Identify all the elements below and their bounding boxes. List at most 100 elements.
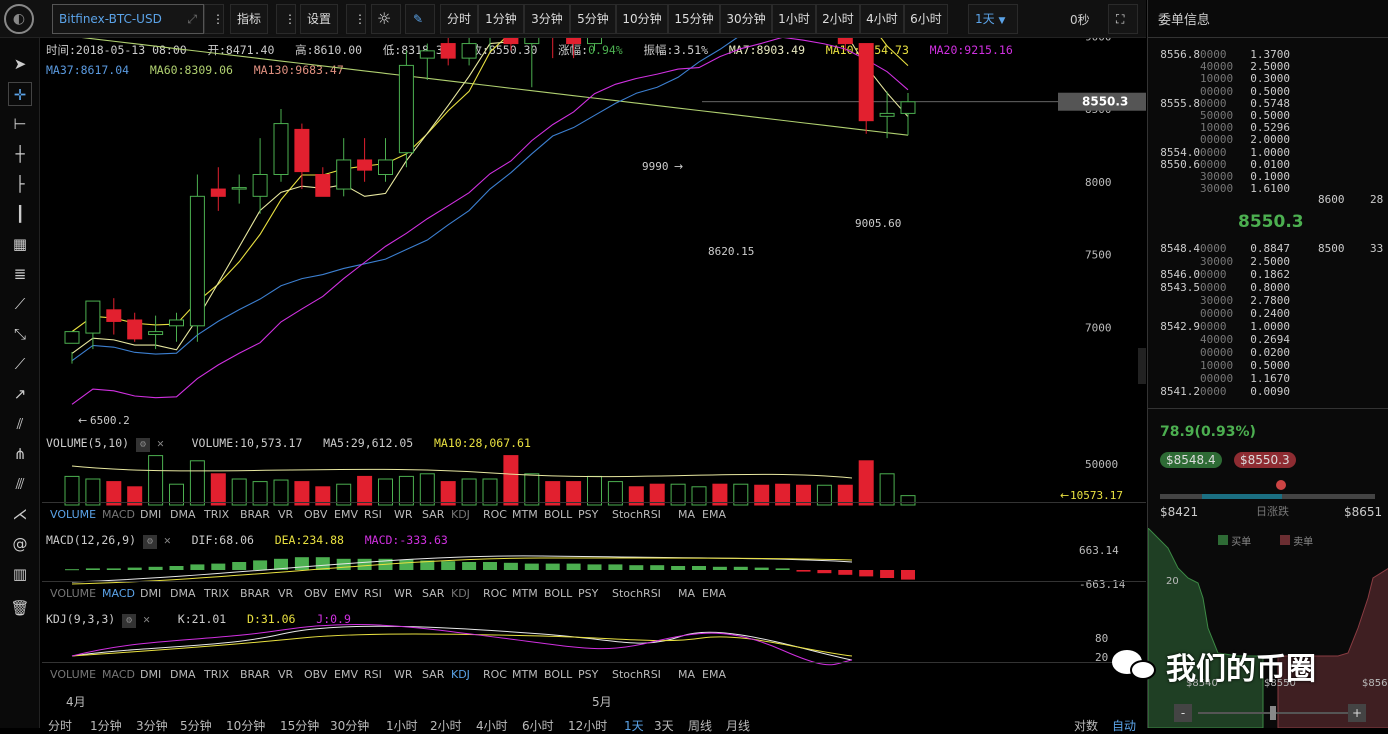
close-icon[interactable]: ✕ — [157, 436, 164, 450]
macd-bar[interactable] — [545, 563, 560, 570]
indicator-tab[interactable]: WR — [394, 668, 413, 681]
indicator-tab[interactable]: MTM — [512, 508, 538, 521]
indicator-tab[interactable]: VR — [278, 668, 293, 681]
period-button[interactable]: 3分钟 — [136, 717, 168, 734]
macd-bar[interactable] — [127, 567, 142, 570]
candle[interactable] — [440, 38, 456, 66]
orderbook-row[interactable]: 00000 0.5000 — [1158, 85, 1290, 98]
indicator-tab[interactable]: VOLUME — [50, 587, 96, 600]
indicator-tab[interactable]: BOLL — [544, 508, 572, 521]
candle[interactable] — [273, 109, 289, 182]
timeframe-button[interactable]: 6小时 — [904, 4, 948, 34]
indicator-tab[interactable]: EMA — [702, 668, 726, 681]
candle[interactable] — [252, 138, 268, 214]
indicator-tab[interactable]: KDJ — [451, 587, 470, 600]
indicator-tab[interactable]: RSI — [364, 587, 382, 600]
zoom-out-button[interactable]: - — [1174, 704, 1192, 722]
orderbook-row[interactable]: 8548.40000 0.8847 — [1158, 242, 1290, 255]
vertical-line-icon[interactable]: ┃ — [8, 202, 32, 226]
timeframe-button[interactable]: 5分钟 — [570, 4, 616, 34]
indicator-tab[interactable]: MA — [678, 587, 695, 600]
volume-bar[interactable] — [64, 475, 80, 506]
candle[interactable] — [64, 331, 80, 364]
horizontal-ray-icon[interactable]: ┼ — [8, 142, 32, 166]
indicator-tab[interactable]: RSI — [364, 508, 382, 521]
macd-bar[interactable] — [650, 565, 665, 570]
indicator-tab[interactable]: MA — [678, 668, 695, 681]
indicator-tab[interactable]: WR — [394, 508, 413, 521]
spiral-icon[interactable]: @ — [8, 532, 32, 556]
indicator-tab[interactable]: MTM — [512, 587, 538, 600]
zoom-slider[interactable] — [1198, 706, 1348, 720]
candle[interactable] — [357, 138, 373, 182]
macd-bar[interactable] — [441, 561, 456, 570]
gear-icon[interactable]: ⚙ — [136, 438, 151, 452]
period-button[interactable]: 1分钟 — [90, 717, 122, 734]
candle[interactable] — [461, 38, 477, 66]
cursor-icon[interactable]: ➤ — [8, 52, 32, 76]
timeframe-button[interactable]: 2小时 — [816, 4, 860, 34]
indicator-tab[interactable]: StochRSI — [612, 587, 661, 600]
indicator-tab[interactable]: RSI — [364, 668, 382, 681]
indicator-tab[interactable]: StochRSI — [612, 508, 661, 521]
candle[interactable] — [336, 138, 352, 197]
candle[interactable] — [398, 50, 414, 168]
volume-bar[interactable] — [587, 475, 602, 506]
settings-menu-button[interactable]: ⋮ — [346, 4, 366, 34]
candle[interactable] — [127, 312, 143, 342]
arrow-icon[interactable]: ↗ — [8, 382, 32, 406]
indicator-tab[interactable]: VOLUME — [50, 668, 96, 681]
candle[interactable] — [231, 174, 247, 204]
period-button[interactable]: 3天 — [654, 717, 674, 734]
macd-bar[interactable] — [357, 558, 372, 570]
horizontal-line-icon[interactable]: ├ — [8, 172, 32, 196]
candle[interactable] — [566, 38, 582, 59]
volume-bar[interactable] — [148, 455, 164, 506]
volume-bar[interactable] — [357, 475, 373, 506]
candle[interactable] — [587, 38, 602, 51]
macd-bar[interactable] — [524, 563, 539, 570]
orderbook-row[interactable]: 8542.90000 1.0000 — [1158, 320, 1290, 333]
period-button[interactable]: 5分钟 — [180, 717, 212, 734]
period-button[interactable]: 30分钟 — [330, 717, 369, 734]
macd-bar[interactable] — [503, 562, 518, 570]
volume-bar[interactable] — [189, 460, 205, 506]
candle[interactable] — [483, 38, 497, 51]
expand-icon[interactable]: ⤢ — [187, 5, 197, 33]
volume-bar[interactable] — [210, 473, 226, 506]
timeframe-button[interactable]: 30分钟 — [720, 4, 772, 34]
segment-icon[interactable]: ⊢ — [8, 112, 32, 136]
chart-area[interactable]: 时间:2018-05-13 08:00 开:8471.40 高:8610.00 … — [42, 38, 1146, 728]
orderbook-row[interactable]: 00000 1.1670 — [1158, 372, 1290, 385]
orderbook-row[interactable]: 30000 1.6100 — [1158, 182, 1290, 195]
orderbook-row[interactable]: 00000 0.2400 — [1158, 307, 1290, 320]
indicator-tab[interactable]: PSY — [578, 668, 598, 681]
indicator-tab[interactable]: StochRSI — [612, 668, 661, 681]
period-button[interactable]: 周线 — [688, 717, 712, 734]
fan-icon[interactable]: ⋌ — [8, 502, 32, 526]
candle[interactable] — [378, 138, 393, 182]
indicator-tab[interactable]: ROC — [483, 508, 507, 521]
volume-bar[interactable] — [879, 473, 895, 506]
indicator-tab[interactable]: MACD — [102, 668, 135, 681]
crosshair-icon[interactable]: ✛ — [8, 82, 32, 106]
trash-icon[interactable]: 🗑 — [8, 596, 32, 620]
indicator-tab[interactable]: BRAR — [240, 508, 270, 521]
pitchfork-icon[interactable]: ⋔ — [8, 442, 32, 466]
candle[interactable] — [189, 174, 205, 342]
candle[interactable] — [169, 312, 184, 342]
indicator-tab[interactable]: BOLL — [544, 668, 572, 681]
macd-bar[interactable] — [880, 570, 895, 578]
period-button[interactable]: 10分钟 — [226, 717, 265, 734]
orderbook-row[interactable]: 30000 2.7800 — [1158, 294, 1290, 307]
orderbook-row[interactable]: 00000 2.0000 — [1158, 134, 1290, 146]
timeframe-select[interactable]: 1天 ▼ — [968, 4, 1018, 34]
fibonacci-icon[interactable]: ⫻ — [8, 472, 32, 496]
depth-chart[interactable] — [1148, 528, 1388, 728]
indicator-tab[interactable]: PSY — [578, 508, 598, 521]
indicator-tab[interactable]: DMI — [140, 508, 161, 521]
macd-bar[interactable] — [190, 564, 205, 570]
indicator-tab[interactable]: OBV — [304, 668, 327, 681]
indicator-tab[interactable]: MTM — [512, 668, 538, 681]
log-scale-button[interactable]: 对数 — [1074, 717, 1098, 734]
